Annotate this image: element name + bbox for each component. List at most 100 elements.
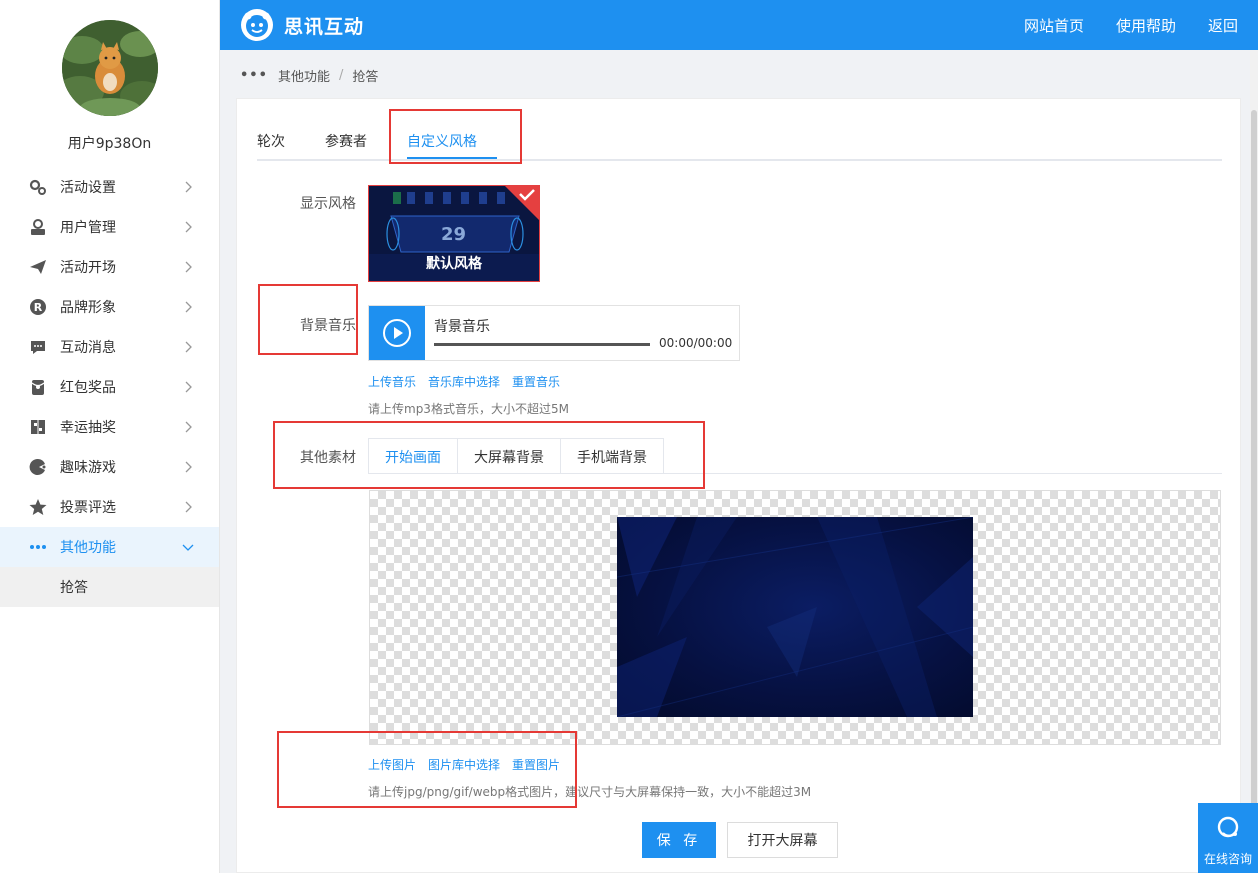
selected-check-icon [505,186,539,220]
user-manage-icon [28,217,48,237]
sidebar-item-activity-settings[interactable]: 活动设置 [0,167,219,207]
paper-plane-icon [28,257,48,277]
sidebar-item-label: 幸运抽奖 [60,420,116,436]
start-screen-preview-image [617,517,973,717]
scrollbar-thumb[interactable] [1251,110,1257,830]
chevron-right-icon [185,301,192,313]
music-title: 背景音乐 [434,319,490,335]
sidebar-item-label: 其他功能 [60,540,116,556]
music-hint: 请上传mp3格式音乐，大小不超过5M [368,402,569,416]
sidebar-item-interactive-messages[interactable]: 互动消息 [0,327,219,367]
tab-custom-style[interactable]: 自定义风格 [407,131,477,151]
brand-name: 思讯互动 [284,16,365,38]
play-icon [383,319,411,347]
image-library-link[interactable]: 图片库中选择 [428,756,500,773]
sidebar-item-label: 活动开场 [60,260,116,276]
chevron-right-icon [185,501,192,513]
sidebar-item-other-functions[interactable]: 其他功能 [0,527,219,567]
sidebar-item-label: 投票评选 [60,500,116,516]
top-nav: 网站首页 使用帮助 返回 [992,0,1238,50]
subtab-start-screen[interactable]: 开始画面 [368,438,458,474]
style-card-default[interactable]: 29 默认风格 [368,185,540,282]
tab-contestants[interactable]: 参赛者 [325,131,367,151]
image-hint: 请上传jpg/png/gif/webp格式图片，建议尺寸与大屏幕保持一致，大小不… [368,785,812,799]
sidebar-item-label: 互动消息 [60,340,116,356]
save-button[interactable]: 保 存 [642,822,716,858]
more-dots-icon [28,537,48,557]
music-library-link[interactable]: 音乐库中选择 [428,373,500,390]
sidebar-item-label: 趣味游戏 [60,460,116,476]
sidebar-item-label: 红包奖品 [60,380,116,396]
headset-icon [1217,816,1239,838]
sidebar-item-voting[interactable]: 投票评选 [0,487,219,527]
display-style-label: 显示风格 [300,196,356,212]
chevron-right-icon [185,341,192,353]
breadcrumb-separator: / [338,68,344,83]
more-dots-icon: ••• [240,68,268,83]
dark-blue-background-art [617,517,973,717]
breadcrumb-parent[interactable]: 其他功能 [278,66,330,85]
open-big-screen-button[interactable]: 打开大屏幕 [727,822,838,858]
chevron-right-icon [185,461,192,473]
lottery-icon [28,417,48,437]
active-tab-indicator [407,157,497,159]
brand-logo-icon [241,9,273,41]
sidebar-item-label: 品牌形象 [60,300,116,316]
music-links: 上传音乐 音乐库中选择 重置音乐 [368,373,572,390]
nav-link-help[interactable]: 使用帮助 [1116,15,1176,36]
nav-link-back[interactable]: 返回 [1208,15,1238,36]
top-header: 思讯互动 网站首页 使用帮助 返回 [220,0,1258,50]
materials-subtabs: 开始画面 大屏幕背景 手机端背景 [368,438,664,474]
bg-music-label: 背景音乐 [300,318,356,334]
nav-link-home[interactable]: 网站首页 [1024,15,1084,36]
sidebar-item-lucky-draw[interactable]: 幸运抽奖 [0,407,219,447]
style-card-name: 默认风格 [426,256,482,272]
other-materials-label: 其他素材 [300,450,356,466]
chevron-right-icon [185,181,192,193]
page-scrollbar[interactable] [1250,50,1258,873]
sidebar-item-brand-image[interactable]: R 品牌形象 [0,287,219,327]
game-pad-icon [28,457,48,477]
sidebar-item-red-packet-prizes[interactable]: 红包奖品 [0,367,219,407]
music-progress-bar[interactable] [434,343,650,346]
support-label: 在线咨询 [1203,852,1252,866]
chevron-right-icon [185,261,192,273]
sidebar-menu: 活动设置 用户管理 活动开场 R 品牌形象 互动消息 红包奖品 幸运抽奖 趣味游… [0,167,219,607]
breadcrumb: ••• 其他功能 / 抢答 [240,66,378,85]
star-icon [28,497,48,517]
upload-music-link[interactable]: 上传音乐 [368,373,416,390]
avatar[interactable] [62,20,158,116]
subtab-mobile-bg[interactable]: 手机端背景 [560,438,664,474]
main-panel: 轮次 参赛者 自定义风格 显示风格 29 默认风格 背景音乐 背景音乐 00:0… [236,98,1241,873]
cat-avatar-image [62,20,158,116]
online-support-button[interactable]: 在线咨询 [1198,803,1258,873]
username: 用户9p38On [67,136,152,152]
chevron-right-icon [185,221,192,233]
chevron-down-icon [182,544,194,551]
sidebar-item-user-management[interactable]: 用户管理 [0,207,219,247]
red-packet-icon [28,377,48,397]
music-time: 00:00/00:00 [659,336,733,350]
reset-image-link[interactable]: 重置图片 [512,756,560,773]
subtabs-divider [368,473,1222,474]
sidebar-item-fun-games[interactable]: 趣味游戏 [0,447,219,487]
main-tabs: 轮次 参赛者 自定义风格 [257,119,1222,161]
breadcrumb-current: 抢答 [352,70,379,85]
chevron-right-icon [185,421,192,433]
chevron-right-icon [185,381,192,393]
music-player: 背景音乐 00:00/00:00 [368,305,740,361]
image-preview-area [369,490,1221,745]
sidebar: 用户9p38On 活动设置 用户管理 活动开场 R 品牌形象 互动消息 红包奖品… [0,0,220,873]
sidebar-item-label: 活动设置 [60,180,116,196]
upload-image-link[interactable]: 上传图片 [368,756,416,773]
sidebar-item-label: 用户管理 [60,220,116,236]
play-button[interactable] [369,306,425,360]
sidebar-subitem-quick-answer[interactable]: 抢答 [0,567,219,607]
sidebar-item-activity-opening[interactable]: 活动开场 [0,247,219,287]
reset-music-link[interactable]: 重置音乐 [512,373,560,390]
tab-rounds[interactable]: 轮次 [257,131,285,151]
image-links: 上传图片 图片库中选择 重置图片 [368,756,572,773]
registered-icon: R [28,297,48,317]
chat-bubble-icon [28,337,48,357]
subtab-big-screen-bg[interactable]: 大屏幕背景 [457,438,561,474]
